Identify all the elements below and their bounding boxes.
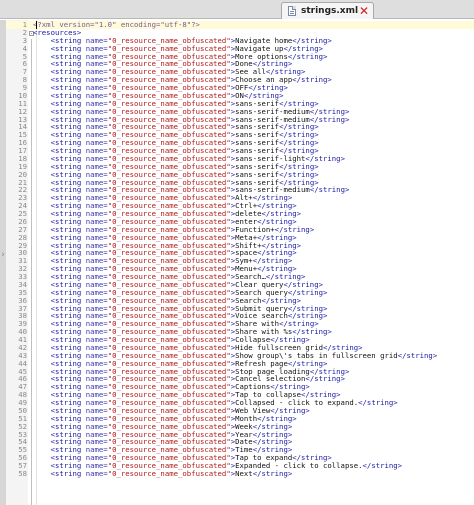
split-handle-icon[interactable]: › (0, 250, 6, 260)
line-number: 58 (18, 468, 27, 478)
tab-strings-xml[interactable]: strings.xml ✕ (281, 2, 374, 19)
tab-bar: strings.xml ✕ (0, 0, 474, 19)
code-editor[interactable]: 1 <?xml version="1.0" encoding="utf-8"?> 2… (0, 20, 474, 505)
close-icon[interactable]: ✕ (359, 4, 369, 18)
text-cursor (36, 21, 37, 29)
line-code: <string name="0_resource_name_obfuscated… (50, 468, 293, 478)
code-lines[interactable]: 1 <?xml version="1.0" encoding="utf-8"?> 2… (6, 21, 474, 478)
code-line[interactable]: 58 <string name="0_resource_name_obfusca… (6, 468, 474, 478)
xml-file-icon (288, 6, 296, 16)
string-value: Next (235, 468, 253, 478)
tab-label: strings.xml (301, 6, 359, 16)
